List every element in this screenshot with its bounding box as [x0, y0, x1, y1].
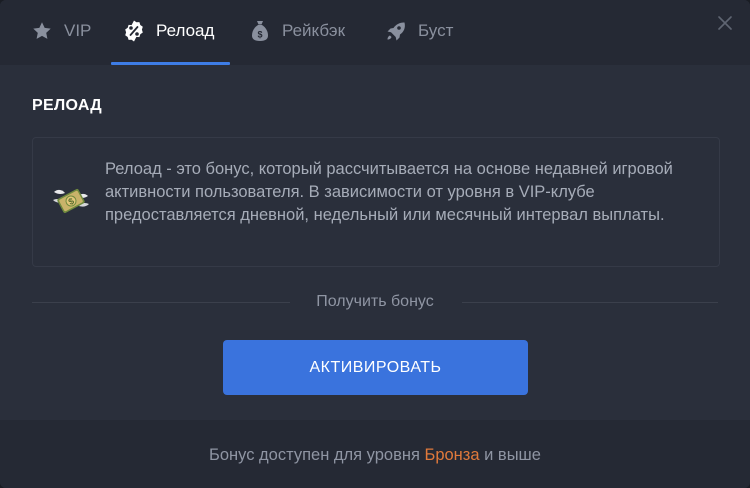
divider-label: Получить бонус — [316, 293, 434, 310]
tab-boost[interactable]: Буст — [384, 0, 453, 62]
rocket-icon — [384, 19, 408, 43]
section-title: РЕЛОАД — [32, 97, 102, 114]
info-box: $ Релоад - это бонус, который рассчитыва… — [32, 137, 720, 267]
percent-badge-icon — [122, 19, 146, 43]
active-tab-indicator — [111, 62, 230, 65]
tab-label: VIP — [64, 21, 92, 40]
tab-bar: VIP Релоад $ Рейкбэк Буст — [0, 0, 750, 65]
close-icon — [718, 16, 732, 30]
footer-text: Бонус доступен для уровня Бронза и выше — [0, 446, 750, 465]
flying-money-icon: $ — [51, 180, 91, 220]
tab-label: Релоад — [156, 21, 215, 40]
footer-suffix: и выше — [484, 446, 541, 464]
activate-button[interactable]: АКТИВИРОВАТЬ — [223, 340, 528, 395]
tab-label: Рейкбэк — [282, 21, 346, 40]
tab-label: Буст — [418, 21, 454, 40]
tab-rakeback[interactable]: $ Рейкбэк — [248, 0, 345, 62]
money-bag-icon: $ — [248, 19, 272, 43]
level-link[interactable]: Бронза — [424, 446, 479, 464]
close-button[interactable] — [714, 12, 736, 34]
reload-bonus-modal: VIP Релоад $ Рейкбэк Буст РЕЛОАД $ Релоа… — [0, 0, 750, 488]
svg-text:$: $ — [257, 30, 262, 40]
star-icon — [30, 19, 54, 43]
tab-reload[interactable]: Релоад — [122, 0, 214, 62]
info-description: Релоад - это бонус, который рассчитывает… — [105, 160, 673, 224]
tab-vip[interactable]: VIP — [30, 0, 91, 62]
footer-prefix: Бонус доступен для уровня — [209, 446, 420, 464]
